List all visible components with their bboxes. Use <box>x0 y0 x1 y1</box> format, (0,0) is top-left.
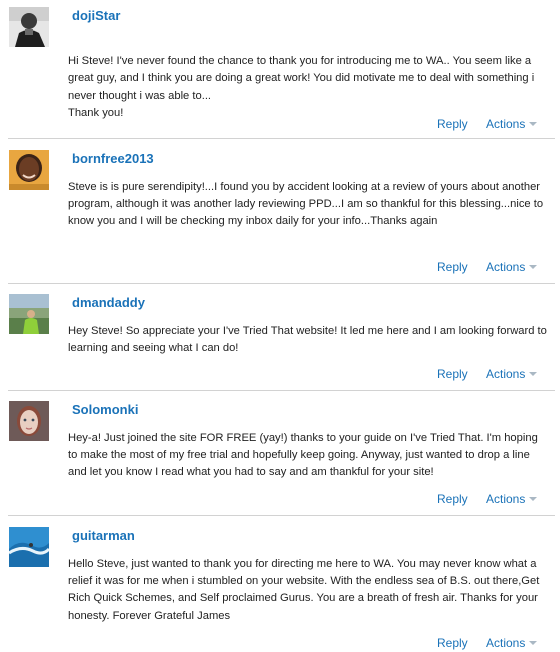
comment-actions: Reply Actions <box>0 492 560 508</box>
username-link[interactable]: Solomonki <box>72 402 138 417</box>
reply-link[interactable]: Reply <box>437 492 468 506</box>
chevron-down-icon <box>529 497 538 501</box>
avatar-dmandaddy[interactable] <box>9 294 49 334</box>
chevron-down-icon <box>529 122 538 126</box>
actions-dropdown[interactable]: Actions <box>486 367 538 381</box>
username-link[interactable]: bornfree2013 <box>72 151 154 166</box>
comment-item: dmandaddy Hey Steve! So appreciate your … <box>0 294 560 389</box>
chevron-down-icon <box>529 265 538 269</box>
chevron-down-icon <box>529 372 538 376</box>
username-link[interactable]: guitarman <box>72 528 135 543</box>
comment-item: guitarman Hello Steve, just wanted to th… <box>0 527 560 650</box>
comment-text: Hey Steve! So appreciate your I've Tried… <box>68 325 547 355</box>
actions-dropdown[interactable]: Actions <box>486 260 538 274</box>
reply-link[interactable]: Reply <box>437 260 468 274</box>
username-link[interactable]: dmandaddy <box>72 295 145 310</box>
reply-link[interactable]: Reply <box>437 636 468 650</box>
comment-text: Hello Steve, just wanted to thank you fo… <box>68 558 540 622</box>
comment-actions: Reply Actions <box>0 367 560 383</box>
comment-actions: Reply Actions <box>0 117 560 133</box>
divider <box>8 138 555 139</box>
comment-text: Steve is is pure serendipity!...I found … <box>68 181 544 228</box>
actions-dropdown[interactable]: Actions <box>486 636 538 650</box>
avatar-bornfree2013[interactable] <box>9 150 49 190</box>
comment-item: Solomonki Hey-a! Just joined the site FO… <box>0 401 560 513</box>
chevron-down-icon <box>529 641 538 645</box>
comment-text: Hi Steve! I've never found the chance to… <box>68 55 535 119</box>
avatar-dojistar[interactable] <box>9 7 49 47</box>
reply-link[interactable]: Reply <box>437 367 468 381</box>
divider <box>8 390 555 391</box>
divider <box>8 283 555 284</box>
actions-dropdown[interactable]: Actions <box>486 492 538 506</box>
avatar-solomonki[interactable] <box>9 401 49 441</box>
actions-dropdown[interactable]: Actions <box>486 117 538 131</box>
comment-text: Hey-a! Just joined the site FOR FREE (ya… <box>68 432 538 479</box>
avatar-guitarman[interactable] <box>9 527 49 567</box>
reply-link[interactable]: Reply <box>437 117 468 131</box>
divider <box>8 515 555 516</box>
comment-item: dojiStar Hi Steve! I've never found the … <box>0 7 560 137</box>
username-link[interactable]: dojiStar <box>72 8 120 23</box>
comment-item: bornfree2013 Steve is is pure serendipit… <box>0 150 560 282</box>
comment-actions: Reply Actions <box>0 260 560 276</box>
